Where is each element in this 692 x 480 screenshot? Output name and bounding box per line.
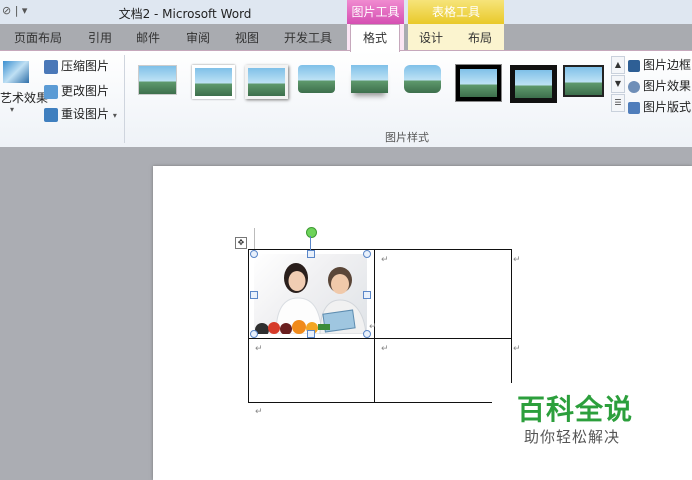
style-thumb-4[interactable] [298,65,335,93]
resize-handle-top-right[interactable] [363,250,371,258]
picture-tools-context-tab: 图片工具 [347,0,404,24]
rotate-connector [310,236,311,251]
table-tools-context-tab: 表格工具 [408,0,504,24]
tab-design[interactable]: 设计 [419,29,443,46]
style-thumb-2[interactable] [192,65,235,99]
artistic-effects-icon[interactable] [3,61,29,83]
resize-handle-top[interactable] [307,250,315,258]
paragraph-mark: ↵ [381,344,389,354]
tab-developer[interactable]: 开发工具 [284,29,332,46]
photo-illustration [255,263,367,334]
table-move-handle-icon[interactable]: ✥ [235,237,247,249]
compress-pictures-button[interactable]: 压缩图片 [44,57,109,74]
picture-border-icon [628,59,640,72]
compress-icon [44,59,58,74]
change-picture-icon [44,84,58,99]
artistic-effects-button[interactable]: 艺术效果 [0,89,48,106]
resize-handle-top-left[interactable] [250,250,258,258]
title-bar: ⊘ | ▾ 文档2 - Microsoft Word [0,0,692,24]
group-separator [124,55,125,143]
row-end-mark: ↵ [513,344,521,354]
picture-border-button[interactable]: 图片边框 [628,56,691,73]
watermark-logo-text: 百科全说 [517,393,634,426]
paragraph-mark: ↵ [369,322,377,332]
style-thumb-1[interactable] [138,65,177,95]
picture-styles-group-label: 图片样式 [385,131,429,144]
resize-handle-right[interactable] [363,291,371,299]
resize-handle-bottom-left[interactable] [250,330,258,338]
compress-label: 压缩图片 [61,59,110,73]
inserted-photo[interactable] [254,254,367,334]
tab-format[interactable]: 格式 [350,24,401,52]
paragraph-mark: ↵ [381,255,389,265]
tab-review[interactable]: 审阅 [186,29,210,46]
picture-effects-icon [628,80,640,93]
paragraph-mark: ↵ [255,344,263,354]
ribbon-tabs: 页面布局 引用 邮件 审阅 视图 开发工具 格式 设计 布局 [0,24,692,52]
rotate-handle-icon[interactable] [306,227,317,238]
picture-border-label: 图片边框 [643,58,692,72]
style-thumb-7-selected[interactable] [455,64,502,102]
tab-references[interactable]: 引用 [88,29,112,46]
style-thumb-3[interactable] [245,65,288,99]
picture-layout-button[interactable]: 图片版式 [628,98,691,115]
tab-view[interactable]: 视图 [235,29,259,46]
resize-handle-bottom[interactable] [307,330,315,338]
paragraph-mark: ↵ [255,407,263,417]
reset-picture-label: 重设图片 [61,107,110,121]
change-picture-button[interactable]: 更改图片 [44,82,109,99]
watermark-slogan: 助你轻松解决 [524,428,621,446]
table-row-divider [248,338,511,339]
resize-handle-bottom-right[interactable] [363,330,371,338]
gallery-more-icon[interactable]: ☰ [611,94,625,112]
reset-dropdown-icon[interactable]: ▾ [113,111,117,120]
reset-picture-icon [44,107,58,122]
style-thumb-6[interactable] [404,65,441,93]
picture-styles-gallery [131,55,613,109]
resize-handle-left[interactable] [250,291,258,299]
ribbon: 艺术效果 ▾ 压缩图片 更改图片 重设图片 ▾ ▲ ▼ ☰ 图片边框 图片效果 … [0,50,692,148]
tab-page-layout[interactable]: 页面布局 [14,29,62,46]
picture-layout-icon [628,101,640,114]
picture-effects-button[interactable]: 图片效果 [628,77,691,94]
reset-picture-button[interactable]: 重设图片 ▾ [44,105,117,122]
tab-layout[interactable]: 布局 [468,29,492,46]
gallery-scroll-up-icon[interactable]: ▲ [611,56,625,74]
change-picture-label: 更改图片 [61,84,110,98]
tab-mailings[interactable]: 邮件 [136,29,160,46]
picture-layout-label: 图片版式 [643,100,692,114]
window-title: 文档2 - Microsoft Word [118,7,252,21]
gallery-scroll-down-icon[interactable]: ▼ [611,75,625,93]
picture-effects-label: 图片效果 [643,79,692,93]
style-thumb-8[interactable] [510,65,557,103]
style-thumb-9[interactable] [563,65,604,97]
style-thumb-5[interactable] [351,65,388,93]
row-end-mark: ↵ [513,255,521,265]
artistic-effects-dropdown-icon[interactable]: ▾ [10,105,14,114]
ruler-mark [254,228,255,250]
